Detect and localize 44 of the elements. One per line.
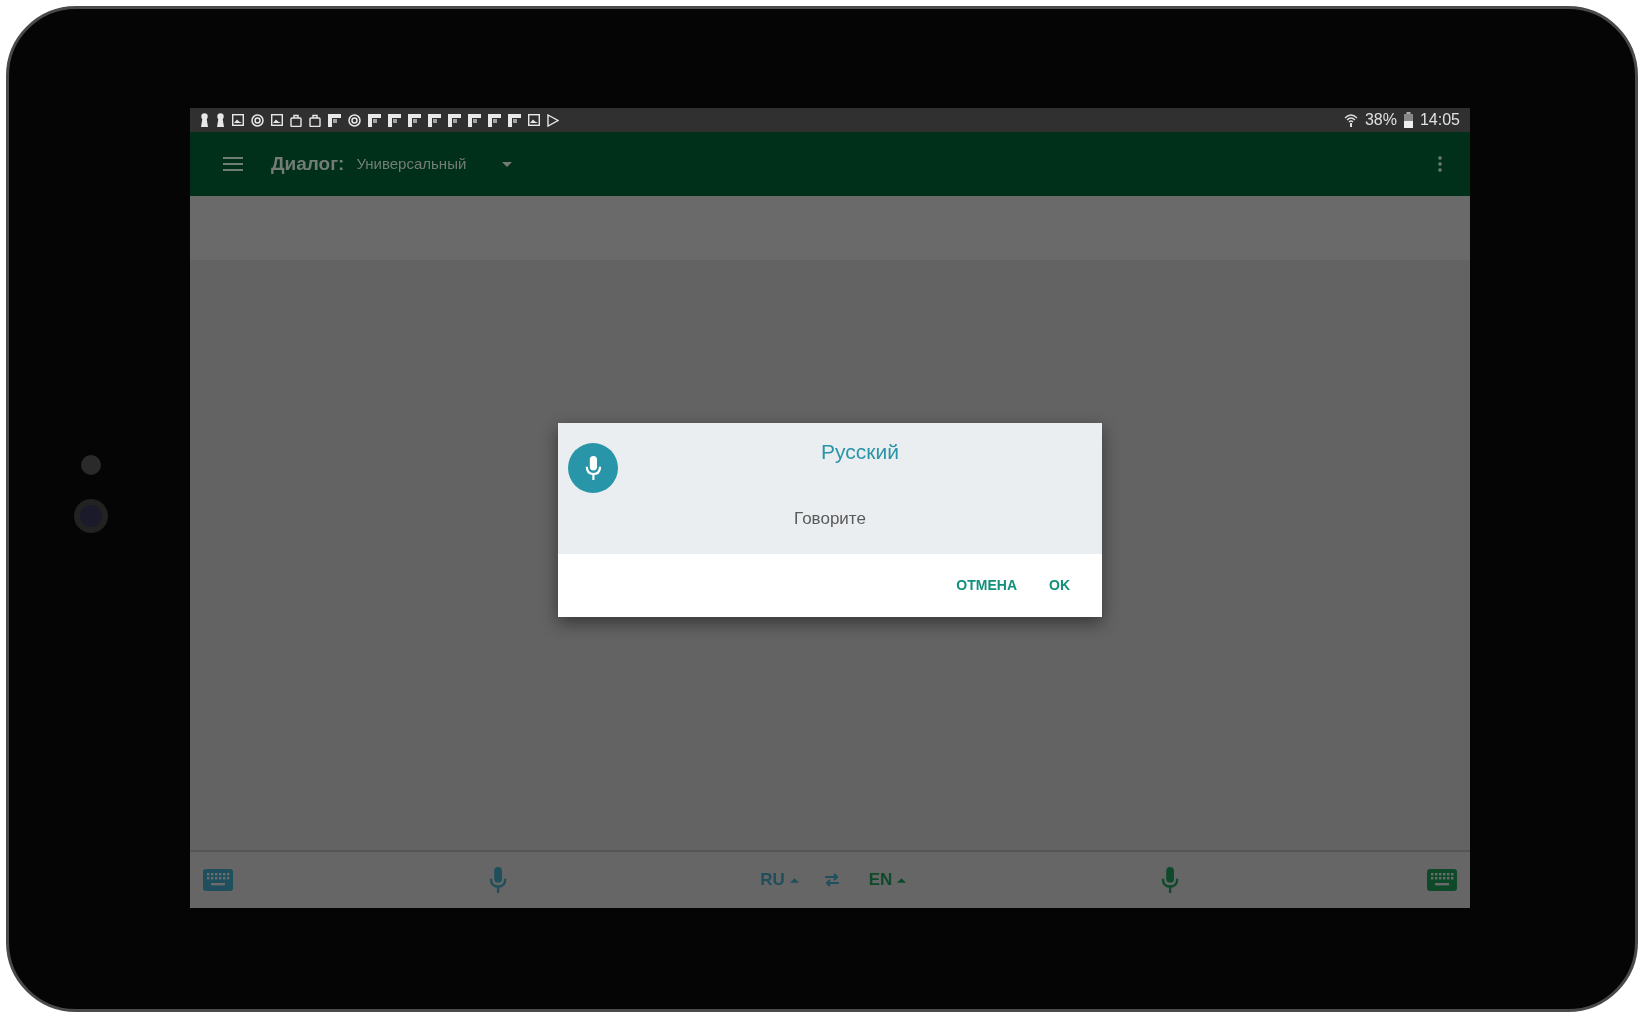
notification-icon — [408, 113, 421, 127]
dialog-button[interactable]: OK — [1039, 569, 1080, 602]
notification-icon — [547, 113, 559, 127]
notification-icon — [428, 113, 441, 127]
notification-icon — [528, 114, 540, 126]
notification-icon — [251, 113, 264, 127]
battery-icon — [1403, 112, 1413, 128]
toolbar-label: Диалог: — [271, 151, 345, 176]
notification-icon — [290, 113, 302, 127]
caret-icon — [897, 877, 907, 883]
notification-icon — [200, 113, 209, 127]
microphone-icon[interactable] — [489, 867, 508, 893]
notification-icon — [468, 113, 481, 127]
notification-icon — [328, 113, 341, 127]
wifi-icon — [1343, 113, 1358, 127]
notification-icon — [348, 113, 361, 127]
microphone-icon[interactable] — [584, 456, 602, 480]
caret-icon — [789, 877, 799, 883]
keyboard-icon[interactable] — [1427, 869, 1457, 891]
notification-icon — [232, 114, 244, 126]
dialog-title: Русский — [821, 439, 899, 465]
camera-icon — [81, 455, 101, 475]
notification-icon — [216, 113, 225, 127]
notification-icon — [508, 113, 521, 127]
menu-icon[interactable] — [223, 157, 243, 171]
dialog-type-dropdown[interactable]: Универсальный — [356, 152, 513, 176]
notification-icon — [388, 113, 401, 127]
notification-icon — [368, 113, 381, 127]
microphone-icon[interactable] — [1161, 867, 1180, 893]
notification-icon — [271, 114, 283, 126]
notification-icon — [309, 113, 321, 127]
dropdown-caret-icon — [502, 161, 513, 167]
dialog-button[interactable]: ОТМЕНА — [946, 569, 1027, 602]
swap-icon[interactable] — [822, 873, 841, 887]
microphone-button[interactable] — [568, 443, 618, 493]
notification-icon — [448, 113, 461, 127]
keyboard-icon[interactable] — [203, 869, 233, 891]
notification-icon — [488, 113, 501, 127]
more-options-icon[interactable] — [1438, 156, 1442, 172]
target-language-button[interactable]: EN — [868, 867, 907, 893]
dialog-message: Говорите — [794, 507, 866, 530]
clock-time: 14:05 — [1419, 110, 1460, 130]
battery-percentage: 38% — [1364, 110, 1397, 130]
camera-lens-icon — [74, 499, 108, 533]
